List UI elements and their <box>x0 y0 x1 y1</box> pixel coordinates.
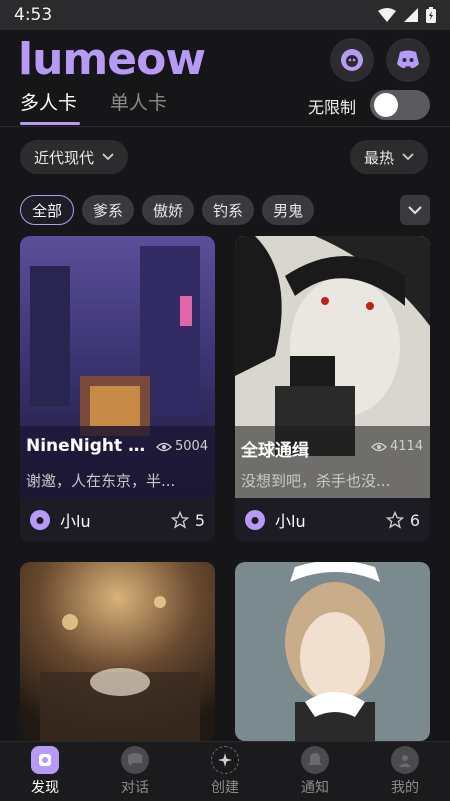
status-icons <box>378 7 436 23</box>
chevron-down-icon <box>408 205 422 214</box>
sort-dropdown-value: 最热 <box>364 148 395 167</box>
status-bar: 4:53 <box>0 0 450 30</box>
discover-icon <box>31 746 59 774</box>
tab-single-card[interactable]: 单人卡 <box>110 88 167 115</box>
nav-chat[interactable]: 对话 <box>90 742 180 801</box>
unlimited-label: 无限制 <box>308 98 357 117</box>
nav-label: 对话 <box>121 780 149 796</box>
character-card[interactable] <box>235 562 430 741</box>
nav-create[interactable]: 创建 <box>180 742 270 801</box>
chip-tsundere[interactable]: 傲娇 <box>142 195 195 225</box>
tab-multi-card[interactable]: 多人卡 <box>20 88 77 115</box>
card-star-count[interactable]: 5 <box>170 510 205 530</box>
author-name: 小lu <box>60 512 91 531</box>
sort-dropdown[interactable]: 最热 <box>350 140 429 174</box>
header-divider <box>0 126 450 127</box>
card-footer: 小lu 6 <box>235 498 430 542</box>
cat-face-icon <box>251 517 259 524</box>
discord-button[interactable] <box>386 38 430 82</box>
status-time: 4:53 <box>14 5 53 25</box>
card-views: 5004 <box>156 439 208 454</box>
chip-all[interactable]: 全部 <box>20 195 75 225</box>
bell-icon <box>301 746 329 774</box>
star-count: 5 <box>194 510 205 530</box>
card-description: 没想到吧，杀手也没... <box>241 472 391 490</box>
bottom-nav: 发现 对话 创建 通知 我的 <box>0 741 450 801</box>
chevron-down-icon <box>402 153 414 161</box>
tab-active-indicator <box>20 122 80 125</box>
star-count: 6 <box>409 510 420 530</box>
eye-icon <box>371 442 387 451</box>
nav-label: 我的 <box>391 780 419 796</box>
tag-chips: 全部 爹系 傲娇 钓系 男鬼 <box>20 195 315 225</box>
nav-notifications[interactable]: 通知 <box>270 742 360 801</box>
cat-face-icon <box>36 517 44 524</box>
card-star-count[interactable]: 6 <box>385 510 420 530</box>
character-card[interactable]: NineNight Cl... 5004 谢邀，人在东京，半... 小lu 5 <box>20 236 215 542</box>
card-view-count: 5004 <box>175 439 209 454</box>
card-cover-image <box>235 562 430 741</box>
cat-face-icon <box>341 49 363 71</box>
discord-icon <box>397 50 419 69</box>
chip-ghost[interactable]: 男鬼 <box>262 195 315 225</box>
toggle-knob <box>374 93 398 117</box>
create-icon <box>211 746 239 774</box>
app-logo: lumeow <box>18 34 206 85</box>
author-avatar <box>245 510 265 530</box>
author-avatar <box>30 510 50 530</box>
card-view-count: 4114 <box>390 439 424 454</box>
chevron-down-icon <box>102 153 114 161</box>
profile-icon <box>391 746 419 774</box>
cat-avatar-button[interactable] <box>330 38 374 82</box>
nav-label: 发现 <box>31 780 59 796</box>
star-icon <box>170 511 189 529</box>
star-icon <box>385 511 404 529</box>
character-card[interactable] <box>20 562 215 741</box>
card-title: NineNight Cl... <box>26 436 154 456</box>
card-views: 4114 <box>371 439 423 454</box>
card-cover-image <box>20 562 215 741</box>
signal-icon <box>404 8 418 22</box>
character-card[interactable]: 全球通缉 4114 没想到吧，杀手也没... 小lu 6 <box>235 236 430 542</box>
nav-discover[interactable]: 发现 <box>0 742 90 801</box>
author-name: 小lu <box>275 512 306 531</box>
card-title: 全球通缉 <box>241 441 309 461</box>
unlimited-toggle[interactable] <box>370 90 430 120</box>
chip-daddy[interactable]: 爹系 <box>82 195 135 225</box>
era-dropdown-value: 近代现代 <box>34 148 95 167</box>
chat-icon <box>121 746 149 774</box>
card-description: 谢邀，人在东京，半... <box>26 472 176 490</box>
era-dropdown[interactable]: 近代现代 <box>20 140 129 174</box>
card-cover-image <box>20 236 215 498</box>
wifi-icon <box>378 8 396 22</box>
nav-label: 通知 <box>301 780 329 796</box>
battery-icon <box>426 7 436 23</box>
chip-flirt[interactable]: 钓系 <box>202 195 255 225</box>
eye-icon <box>156 442 172 451</box>
card-footer: 小lu 5 <box>20 498 215 542</box>
nav-label: 创建 <box>211 780 239 796</box>
nav-profile[interactable]: 我的 <box>360 742 450 801</box>
chips-expand-button[interactable] <box>400 195 430 225</box>
